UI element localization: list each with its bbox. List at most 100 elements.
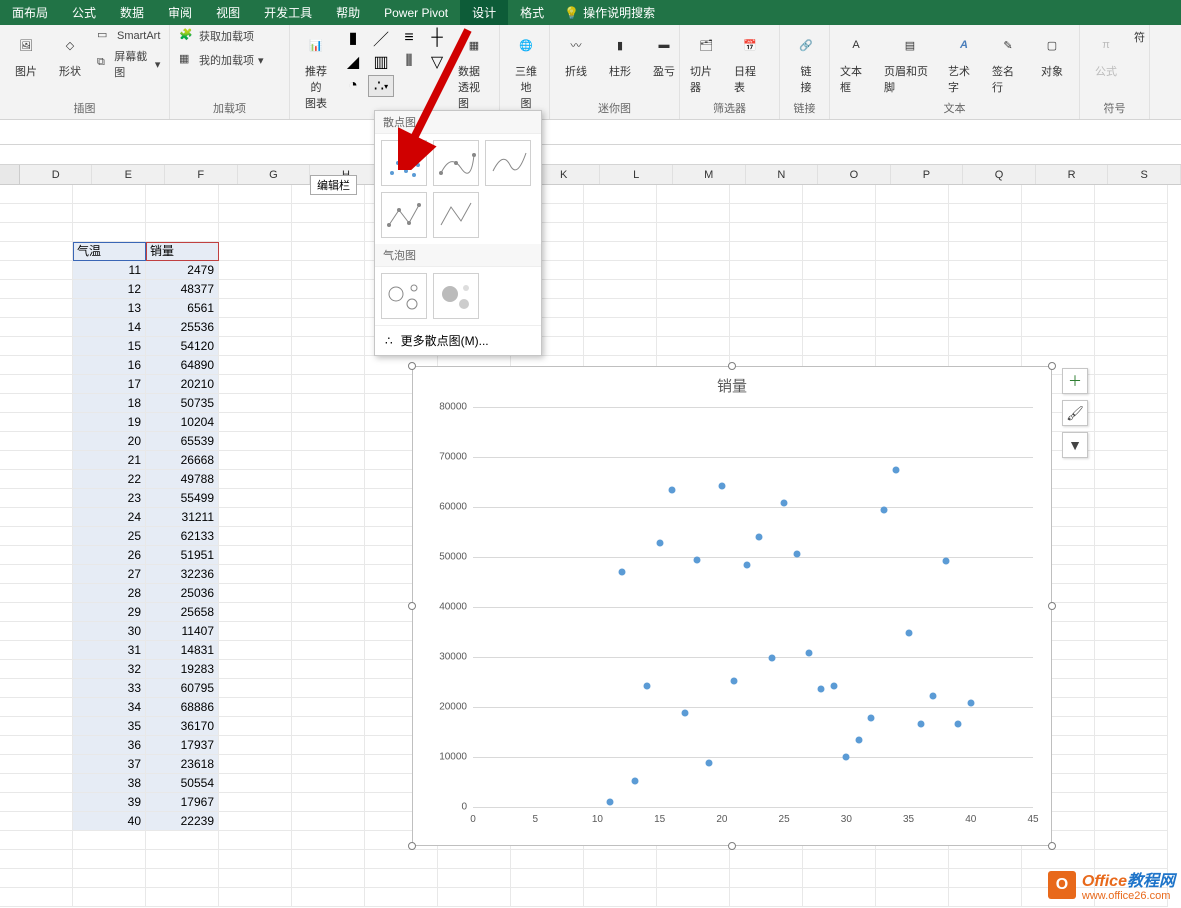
tab-data[interactable]: 数据 xyxy=(108,0,156,25)
scatter-lines-markers-option[interactable] xyxy=(381,192,427,238)
resize-handle[interactable] xyxy=(728,362,736,370)
symbol-button[interactable]: 符 xyxy=(1130,27,1149,47)
timeline-button[interactable]: 📅日程表 xyxy=(730,27,770,97)
wordart-button[interactable]: A艺术字 xyxy=(944,27,984,97)
data-point[interactable] xyxy=(918,721,925,728)
bubble-option[interactable] xyxy=(381,273,427,319)
data-point[interactable] xyxy=(905,630,912,637)
col-header[interactable]: M xyxy=(673,165,746,184)
table-row[interactable]: 136561 xyxy=(0,299,1181,318)
table-row[interactable]: 112479 xyxy=(0,261,1181,280)
data-point[interactable] xyxy=(868,714,875,721)
col-header[interactable]: L xyxy=(600,165,673,184)
resize-handle[interactable] xyxy=(1048,362,1056,370)
bar-chart-button[interactable]: ≡ xyxy=(396,27,422,49)
data-point[interactable] xyxy=(656,540,663,547)
formula-bar[interactable] xyxy=(0,120,1181,145)
data-point[interactable] xyxy=(818,685,825,692)
resize-handle[interactable] xyxy=(408,362,416,370)
tab-format[interactable]: 格式 xyxy=(508,0,556,25)
funnel-chart-button[interactable]: ▽ xyxy=(424,51,450,73)
pivot-chart-button[interactable]: ▦ 数据透视图 xyxy=(454,27,494,113)
col-header[interactable]: D xyxy=(20,165,93,184)
resize-handle[interactable] xyxy=(408,602,416,610)
data-point[interactable] xyxy=(644,683,651,690)
chart-elements-button[interactable]: ＋ xyxy=(1062,368,1088,394)
data-point[interactable] xyxy=(606,798,613,805)
col-header[interactable]: O xyxy=(818,165,891,184)
resize-handle[interactable] xyxy=(1048,602,1056,610)
screenshot-button[interactable]: ⧉屏幕截图▾ xyxy=(94,47,163,81)
table-row[interactable]: 1248377 xyxy=(0,280,1181,299)
data-point[interactable] xyxy=(942,558,949,565)
textbox-button[interactable]: A文本框 xyxy=(836,27,876,97)
col-header[interactable]: S xyxy=(1108,165,1181,184)
pictures-button[interactable]: 🖼 图片 xyxy=(6,27,46,81)
column-chart-button[interactable]: ▮ xyxy=(340,27,366,49)
area-chart-button[interactable]: ◢ xyxy=(340,51,366,73)
header-temp[interactable]: 气温 xyxy=(73,242,146,261)
3d-map-button[interactable]: 🌐三维地 图 xyxy=(506,27,546,113)
data-point[interactable] xyxy=(743,562,750,569)
get-addins-button[interactable]: 🧩获取加载项 xyxy=(176,27,267,45)
tell-me-search[interactable]: 💡 操作说明搜索 xyxy=(556,4,663,21)
scatter-smooth-option[interactable] xyxy=(485,140,531,186)
data-point[interactable] xyxy=(793,551,800,558)
link-button[interactable]: 🔗链 接 xyxy=(786,27,826,97)
col-header[interactable]: N xyxy=(746,165,819,184)
data-point[interactable] xyxy=(669,486,676,493)
scatter-markers-option[interactable] xyxy=(381,140,427,186)
tab-help[interactable]: 帮助 xyxy=(324,0,372,25)
tab-powerpivot[interactable]: Power Pivot xyxy=(372,0,460,25)
sparkline-line-button[interactable]: 〰折线 xyxy=(556,27,596,81)
scatter-chart-button[interactable]: ∴▾ xyxy=(368,75,394,97)
shapes-button[interactable]: ◇ 形状 xyxy=(50,27,90,81)
data-point[interactable] xyxy=(781,500,788,507)
data-point[interactable] xyxy=(706,759,713,766)
header-footer-button[interactable]: ▤页眉和页脚 xyxy=(880,27,940,97)
line-chart-button[interactable]: ／ xyxy=(368,27,394,49)
my-addins-button[interactable]: ▦我的加载项▾ xyxy=(176,51,267,69)
resize-handle[interactable] xyxy=(728,842,736,850)
object-button[interactable]: ▢对象 xyxy=(1032,27,1072,81)
bubble-3d-option[interactable] xyxy=(433,273,479,319)
data-point[interactable] xyxy=(880,507,887,514)
resize-handle[interactable] xyxy=(1048,842,1056,850)
signature-button[interactable]: ✎签名行 xyxy=(988,27,1028,97)
data-point[interactable] xyxy=(806,649,813,656)
data-point[interactable] xyxy=(631,778,638,785)
tab-view[interactable]: 视图 xyxy=(204,0,252,25)
hist-chart-button[interactable]: ▥ xyxy=(368,51,394,73)
chart-title[interactable]: 销量 xyxy=(413,367,1051,400)
data-point[interactable] xyxy=(731,677,738,684)
combo-chart-button[interactable]: ⦀ xyxy=(396,51,422,73)
data-point[interactable] xyxy=(694,557,701,564)
data-point[interactable] xyxy=(930,692,937,699)
col-header[interactable]: Q xyxy=(963,165,1036,184)
scatter-smooth-markers-option[interactable] xyxy=(433,140,479,186)
data-point[interactable] xyxy=(681,709,688,716)
table-row[interactable]: 1425536 xyxy=(0,318,1181,337)
data-point[interactable] xyxy=(955,721,962,728)
data-point[interactable] xyxy=(756,533,763,540)
header-sales[interactable]: 销量 xyxy=(146,242,219,261)
smartart-button[interactable]: ▭SmartArt xyxy=(94,27,163,45)
slicer-button[interactable]: 🗂切片器 xyxy=(686,27,726,97)
col-header[interactable]: G xyxy=(238,165,311,184)
data-point[interactable] xyxy=(893,466,900,473)
col-header[interactable]: P xyxy=(891,165,964,184)
col-header[interactable]: F xyxy=(165,165,238,184)
chart-styles-button[interactable]: 🖌 xyxy=(1062,400,1088,426)
data-point[interactable] xyxy=(619,569,626,576)
resize-handle[interactable] xyxy=(408,842,416,850)
chart-filter-button[interactable]: ▼ xyxy=(1062,432,1088,458)
scatter-lines-option[interactable] xyxy=(433,192,479,238)
recommended-charts-button[interactable]: 📊 推荐的 图表 xyxy=(296,27,336,113)
tab-devtools[interactable]: 开发工具 xyxy=(252,0,324,25)
data-point[interactable] xyxy=(768,654,775,661)
embedded-chart[interactable]: 销量 0100002000030000400005000060000700008… xyxy=(412,366,1052,846)
col-header[interactable]: R xyxy=(1036,165,1109,184)
tab-design[interactable]: 设计 xyxy=(460,0,508,25)
pie-chart-button[interactable]: ◔ xyxy=(340,75,366,97)
data-point[interactable] xyxy=(718,483,725,490)
